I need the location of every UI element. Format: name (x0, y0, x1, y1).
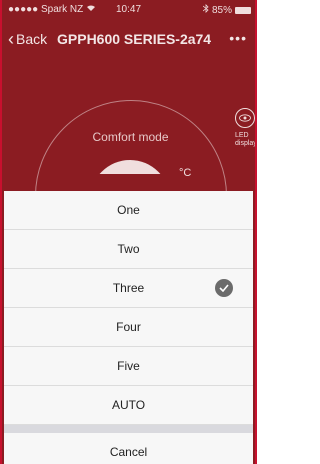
option-three[interactable]: Three (4, 269, 253, 308)
option-four[interactable]: Four (4, 308, 253, 347)
option-two[interactable]: Two (4, 230, 253, 269)
option-auto[interactable]: AUTO (4, 386, 253, 425)
action-sheet: One Two Three Four Five AUTO Cancel (4, 191, 253, 464)
checkmark-icon (215, 279, 233, 297)
option-label: Four (116, 320, 141, 334)
cancel-button[interactable]: Cancel (4, 433, 253, 464)
option-five[interactable]: Five (4, 347, 253, 386)
option-label: AUTO (111, 398, 146, 412)
option-label: Three (112, 281, 145, 295)
sheet-overlay: One Two Three Four Five AUTO Cancel (2, 0, 255, 464)
option-label: One (117, 203, 140, 217)
app-screen: ●●●●● Spark NZ 10:47 85% ‹ Back GPPH600 … (0, 0, 257, 464)
sheet-divider (4, 425, 253, 433)
option-label: Five (117, 359, 140, 373)
option-one[interactable]: One (4, 191, 253, 230)
option-label: Two (117, 242, 140, 256)
